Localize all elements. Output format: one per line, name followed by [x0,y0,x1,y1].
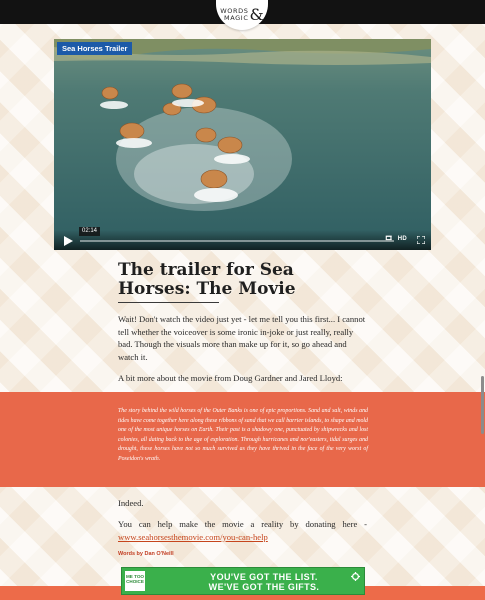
article-lead-in: A bit more about the movie from Doug Gar… [118,373,343,383]
ad-choices-icon[interactable] [351,572,360,581]
pull-quote-text: The story behind the wild horses of the … [118,408,368,462]
page-scrollbar[interactable] [481,376,484,434]
donate-text: You can help make the movie a reality by… [118,519,367,529]
play-icon[interactable] [63,236,73,246]
article-indeed: Indeed. [118,498,144,508]
video-frame [54,39,431,250]
video-controls: 02:14 🎞 HD [54,227,431,250]
video-title[interactable]: Sea Horses Trailer [57,42,133,55]
logo-ampersand: & [249,5,264,24]
ad-logo[interactable]: ME TOO CHOICE [125,571,145,591]
donate-paragraph: You can help make the movie a reality by… [118,518,367,543]
video-timecode: 02:14 [79,227,101,236]
video-progress-bar[interactable] [80,240,394,242]
article-headline: The trailer for Sea Horses: The Movie [118,260,296,299]
banner-ad[interactable]: ME TOO CHOICE YOU'VE GOT THE LIST. WE'VE… [121,567,365,595]
article-byline: Words by Dan O'Neill [118,551,174,557]
site-logo[interactable]: WORDS MAGIC & [216,0,268,30]
logo-word-magic: MAGIC [224,14,249,22]
vimeo-icon[interactable]: 🎞 [385,236,393,242]
headline-divider [118,302,219,303]
hd-toggle[interactable]: HD [398,236,407,242]
fullscreen-icon[interactable] [417,236,425,244]
ad-headline-2[interactable]: WE'VE GOT THE GIFTS. [184,582,344,592]
video-player[interactable]: Sea Horses Trailer 02:14 🎞 HD [54,39,431,250]
donate-link[interactable]: www.seahorsesthemovie.com/you-can-help [118,532,268,542]
ad-headline-1[interactable]: YOU'VE GOT THE LIST. [184,572,344,582]
article-intro-paragraph: Wait! Don't watch the video just yet - l… [118,314,366,362]
